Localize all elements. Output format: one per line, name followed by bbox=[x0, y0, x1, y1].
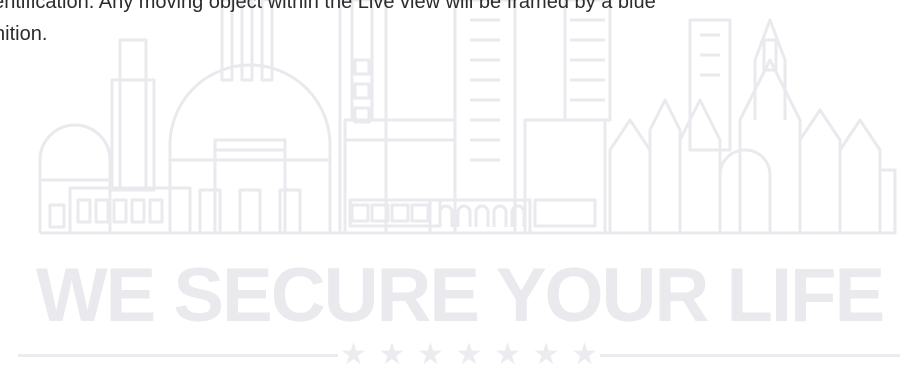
star-icon: ★ bbox=[455, 337, 483, 372]
star-icon: ★ bbox=[571, 337, 598, 372]
star-icon: ★ bbox=[378, 337, 406, 372]
star-icon: ★ bbox=[494, 337, 521, 372]
divider-line-right bbox=[600, 354, 900, 357]
star-icon: ★ bbox=[417, 337, 444, 372]
watermark-stars-row: ★ ★ ★ ★ ★ ★ ★ bbox=[0, 340, 919, 370]
intro-line-2: nition. bbox=[0, 23, 48, 45]
star-rating-decoration: ★ ★ ★ ★ ★ ★ ★ bbox=[340, 340, 598, 370]
intro-paragraph: dentification. Any moving object within … bbox=[0, 0, 919, 50]
divider-line-left bbox=[18, 354, 338, 357]
intro-line-1: dentification. Any moving object within … bbox=[0, 0, 656, 13]
watermark-tagline: WE SECURE YOUR LIFE bbox=[35, 253, 885, 338]
star-icon: ★ bbox=[340, 337, 367, 372]
star-icon: ★ bbox=[532, 337, 560, 372]
